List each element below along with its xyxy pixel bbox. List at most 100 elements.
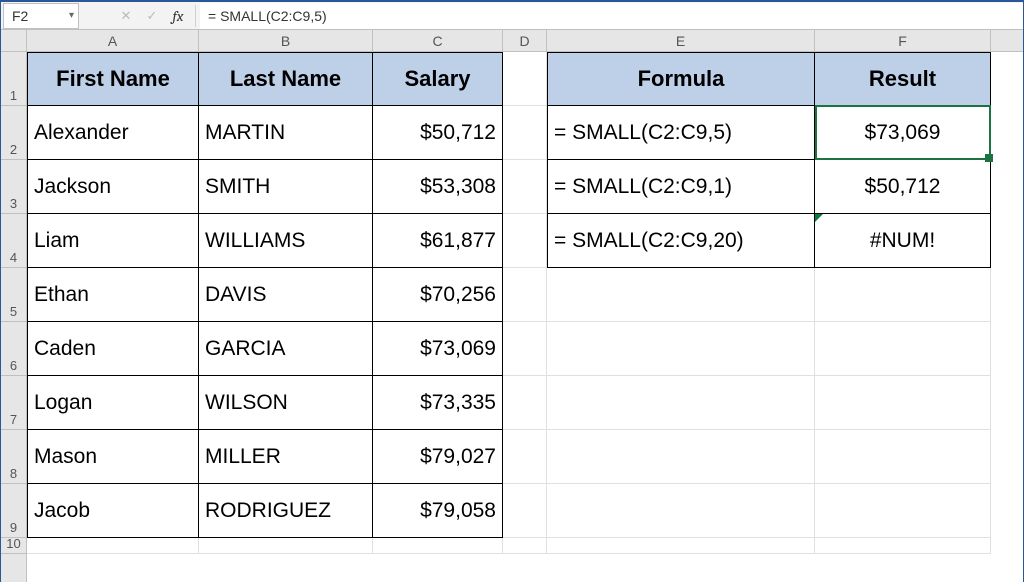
table-row: Liam WILLIAMS $61,877 = SMALL(C2:C9,20) … bbox=[27, 214, 1023, 268]
table-row: Ethan DAVIS $70,256 bbox=[27, 268, 1023, 322]
select-all-corner[interactable] bbox=[1, 30, 26, 52]
table-row: Alexander MARTIN $50,712 = SMALL(C2:C9,5… bbox=[27, 106, 1023, 160]
cell-empty[interactable] bbox=[547, 430, 815, 484]
header-result[interactable]: Result bbox=[815, 52, 991, 106]
cell-empty[interactable] bbox=[503, 268, 547, 322]
row-headers: 1 2 3 4 5 6 7 8 9 10 bbox=[1, 30, 27, 582]
confirm-icon[interactable]: ✓ bbox=[139, 3, 165, 29]
cell-last[interactable]: WILSON bbox=[199, 376, 373, 430]
cancel-icon[interactable]: ✕ bbox=[113, 3, 139, 29]
row-header[interactable]: 4 bbox=[1, 214, 26, 268]
cell-last[interactable]: MILLER bbox=[199, 430, 373, 484]
table-row: Jacob RODRIGUEZ $79,058 bbox=[27, 484, 1023, 538]
grid: A B C D E F First Name Last Name Salary … bbox=[27, 30, 1023, 582]
cell-empty[interactable] bbox=[815, 268, 991, 322]
cell-empty[interactable] bbox=[815, 430, 991, 484]
header-last-name[interactable]: Last Name bbox=[199, 52, 373, 106]
column-header[interactable]: E bbox=[547, 30, 815, 51]
cell-last[interactable]: MARTIN bbox=[199, 106, 373, 160]
cell-salary[interactable]: $50,712 bbox=[373, 106, 503, 160]
cell-empty[interactable] bbox=[503, 538, 547, 554]
row-header[interactable]: 3 bbox=[1, 160, 26, 214]
cell-empty[interactable] bbox=[503, 484, 547, 538]
cell-last[interactable]: GARCIA bbox=[199, 322, 373, 376]
column-header[interactable]: C bbox=[373, 30, 503, 51]
cell-first[interactable]: Jacob bbox=[27, 484, 199, 538]
header-formula[interactable]: Formula bbox=[547, 52, 815, 106]
cell-first[interactable]: Jackson bbox=[27, 160, 199, 214]
insert-function-button[interactable]: fx bbox=[165, 3, 191, 29]
formula-input[interactable]: = SMALL(C2:C9,5) bbox=[200, 3, 1023, 29]
cell-salary[interactable]: $61,877 bbox=[373, 214, 503, 268]
cell-last[interactable]: RODRIGUEZ bbox=[199, 484, 373, 538]
table-row: First Name Last Name Salary Formula Resu… bbox=[27, 52, 1023, 106]
cell-formula[interactable]: = SMALL(C2:C9,1) bbox=[547, 160, 815, 214]
row-header[interactable]: 1 bbox=[1, 52, 26, 106]
cell-empty[interactable] bbox=[27, 538, 199, 554]
cell-salary[interactable]: $79,058 bbox=[373, 484, 503, 538]
cell-empty[interactable] bbox=[503, 106, 547, 160]
header-salary[interactable]: Salary bbox=[373, 52, 503, 106]
cell-empty[interactable] bbox=[503, 52, 547, 106]
column-header[interactable]: D bbox=[503, 30, 547, 51]
cell-first[interactable]: Alexander bbox=[27, 106, 199, 160]
cell-result-active[interactable]: $73,069 bbox=[815, 106, 991, 160]
cell-empty[interactable] bbox=[547, 538, 815, 554]
cell-last[interactable]: WILLIAMS bbox=[199, 214, 373, 268]
column-header[interactable]: A bbox=[27, 30, 199, 51]
error-indicator-icon[interactable] bbox=[815, 214, 823, 222]
column-header[interactable]: F bbox=[815, 30, 991, 51]
cell-formula[interactable]: = SMALL(C2:C9,20) bbox=[547, 214, 815, 268]
column-headers: A B C D E F bbox=[27, 30, 1023, 52]
cell-empty[interactable] bbox=[503, 214, 547, 268]
formula-bar: F2 ▾ ✕ ✓ fx = SMALL(C2:C9,5) bbox=[1, 2, 1023, 30]
cell-first[interactable]: Ethan bbox=[27, 268, 199, 322]
cell-empty[interactable] bbox=[547, 376, 815, 430]
table-row: Caden GARCIA $73,069 bbox=[27, 322, 1023, 376]
column-header[interactable]: B bbox=[199, 30, 373, 51]
cell-salary[interactable]: $70,256 bbox=[373, 268, 503, 322]
cell-formula[interactable]: = SMALL(C2:C9,5) bbox=[547, 106, 815, 160]
cell-empty[interactable] bbox=[815, 538, 991, 554]
cell-empty[interactable] bbox=[199, 538, 373, 554]
cell-empty[interactable] bbox=[503, 160, 547, 214]
cell-result-error[interactable]: #NUM! bbox=[815, 214, 991, 268]
table-row: Mason MILLER $79,027 bbox=[27, 430, 1023, 484]
cell-salary[interactable]: $73,335 bbox=[373, 376, 503, 430]
row-header[interactable]: 10 bbox=[1, 538, 26, 554]
cell-salary[interactable]: $73,069 bbox=[373, 322, 503, 376]
cell-last[interactable]: SMITH bbox=[199, 160, 373, 214]
cell-first[interactable]: Liam bbox=[27, 214, 199, 268]
row-header[interactable]: 8 bbox=[1, 430, 26, 484]
row-header[interactable]: 7 bbox=[1, 376, 26, 430]
cell-empty[interactable] bbox=[547, 322, 815, 376]
cell-first[interactable]: Caden bbox=[27, 322, 199, 376]
cell-first[interactable]: Mason bbox=[27, 430, 199, 484]
header-first-name[interactable]: First Name bbox=[27, 52, 199, 106]
cell-empty[interactable] bbox=[815, 376, 991, 430]
cell-empty[interactable] bbox=[547, 268, 815, 322]
row-header[interactable]: 5 bbox=[1, 268, 26, 322]
rows: First Name Last Name Salary Formula Resu… bbox=[27, 52, 1023, 554]
cell-first[interactable]: Logan bbox=[27, 376, 199, 430]
cell-empty[interactable] bbox=[503, 430, 547, 484]
row-header[interactable]: 2 bbox=[1, 106, 26, 160]
cell-result[interactable]: $50,712 bbox=[815, 160, 991, 214]
table-row: Jackson SMITH $53,308 = SMALL(C2:C9,1) $… bbox=[27, 160, 1023, 214]
cell-empty[interactable] bbox=[503, 322, 547, 376]
row-header[interactable]: 9 bbox=[1, 484, 26, 538]
cell-salary[interactable]: $79,027 bbox=[373, 430, 503, 484]
cell-empty[interactable] bbox=[503, 376, 547, 430]
cell-empty[interactable] bbox=[373, 538, 503, 554]
name-box-value: F2 bbox=[12, 8, 28, 24]
cell-empty[interactable] bbox=[815, 322, 991, 376]
name-box[interactable]: F2 ▾ bbox=[3, 3, 79, 29]
table-row bbox=[27, 538, 1023, 554]
cell-last[interactable]: DAVIS bbox=[199, 268, 373, 322]
name-box-dropdown-icon[interactable]: ▾ bbox=[69, 10, 74, 21]
spreadsheet: 1 2 3 4 5 6 7 8 9 10 A B C D E F First N… bbox=[1, 30, 1023, 582]
row-header[interactable]: 6 bbox=[1, 322, 26, 376]
cell-empty[interactable] bbox=[815, 484, 991, 538]
cell-empty[interactable] bbox=[547, 484, 815, 538]
cell-salary[interactable]: $53,308 bbox=[373, 160, 503, 214]
